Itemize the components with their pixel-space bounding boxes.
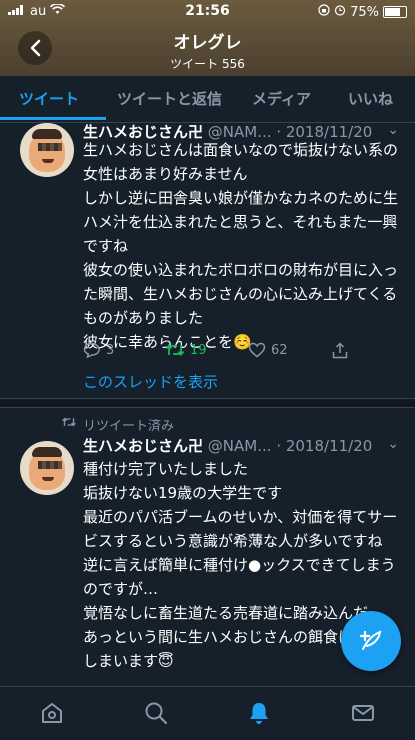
- profile-tabs: ツイート ツイートと返信 メディア いいね: [0, 76, 415, 123]
- tab-media[interactable]: メディア: [252, 88, 311, 109]
- show-thread-link[interactable]: このスレッドを表示: [83, 371, 218, 392]
- tweet-text: 生ハメおじさんは面食いなので垢抜けない系の女性はあまり好みません しかし逆に田舎…: [83, 141, 399, 351]
- avatar[interactable]: [20, 123, 74, 177]
- nav-messages[interactable]: [350, 700, 376, 726]
- compose-quill-icon: [359, 630, 382, 650]
- reply-button[interactable]: 3: [83, 342, 114, 358]
- nav-notifications[interactable]: [246, 700, 272, 726]
- chevron-down-icon[interactable]: ⌄: [387, 122, 399, 138]
- status-bar: au 21:56 75%: [0, 0, 415, 24]
- display-name[interactable]: 生ハメおじさん卍: [83, 437, 203, 455]
- tweet-header: 生ハメおじさん卍 @NAM... · 2018/11/20: [83, 435, 372, 456]
- avatar-hair: [32, 129, 62, 139]
- battery-percent: 75%: [350, 4, 379, 20]
- page-title: オレグレ: [173, 33, 242, 53]
- retweeted-icon: [61, 416, 77, 432]
- tweet[interactable]: 生ハメおじさん卍 @NAM... · 2018/11/20 ⌄ 生ハメおじさんは…: [0, 122, 415, 398]
- tweet-divider: [0, 398, 415, 408]
- like-count: 62: [271, 342, 288, 358]
- nav-home[interactable]: [39, 700, 65, 726]
- chevron-down-icon[interactable]: ⌄: [387, 436, 399, 452]
- compose-tweet-button[interactable]: [341, 611, 401, 671]
- bell-icon: [250, 703, 268, 724]
- retweet-count: 19: [190, 342, 207, 358]
- reply-count: 3: [106, 342, 115, 358]
- avatar-mosaic: [38, 461, 62, 469]
- tweet-date: · 2018/11/20: [276, 437, 373, 455]
- tab-tweets[interactable]: ツイート: [19, 88, 79, 109]
- profile-header: au 21:56 75% オレグレ ツイート 556: [0, 0, 415, 76]
- retweet-label: リツイート済み: [83, 419, 175, 434]
- status-right: 75%: [318, 4, 407, 20]
- heart-icon: [248, 342, 266, 358]
- share-button[interactable]: [332, 342, 348, 359]
- avatar[interactable]: [20, 441, 74, 495]
- retweet-icon: [165, 344, 185, 356]
- search-icon: [145, 702, 168, 725]
- alarm-icon: [334, 4, 346, 20]
- like-button[interactable]: 62: [248, 342, 288, 358]
- avatar-mosaic: [38, 143, 62, 151]
- share-icon: [332, 342, 348, 359]
- tweet-actions: 3 19 62: [83, 342, 383, 364]
- battery-icon: [383, 6, 407, 18]
- tweet-count: ツイート 556: [170, 57, 245, 71]
- user-handle[interactable]: @NAM...: [208, 437, 272, 455]
- tab-likes[interactable]: いいね: [348, 88, 393, 109]
- bottom-navigation: [0, 686, 415, 740]
- avatar-hair: [32, 447, 62, 457]
- tab-tweets-and-replies[interactable]: ツイートと返信: [117, 88, 222, 109]
- retweet-button[interactable]: 19: [165, 342, 207, 358]
- battery-level: [385, 8, 400, 16]
- active-tab-indicator: [0, 117, 106, 120]
- rotation-lock-icon: [318, 4, 330, 20]
- nav-search[interactable]: [143, 700, 169, 726]
- header-title-block: オレグレ ツイート 556: [0, 28, 415, 72]
- reply-icon: [83, 342, 100, 358]
- mail-icon: [352, 705, 374, 721]
- home-icon: [42, 703, 62, 723]
